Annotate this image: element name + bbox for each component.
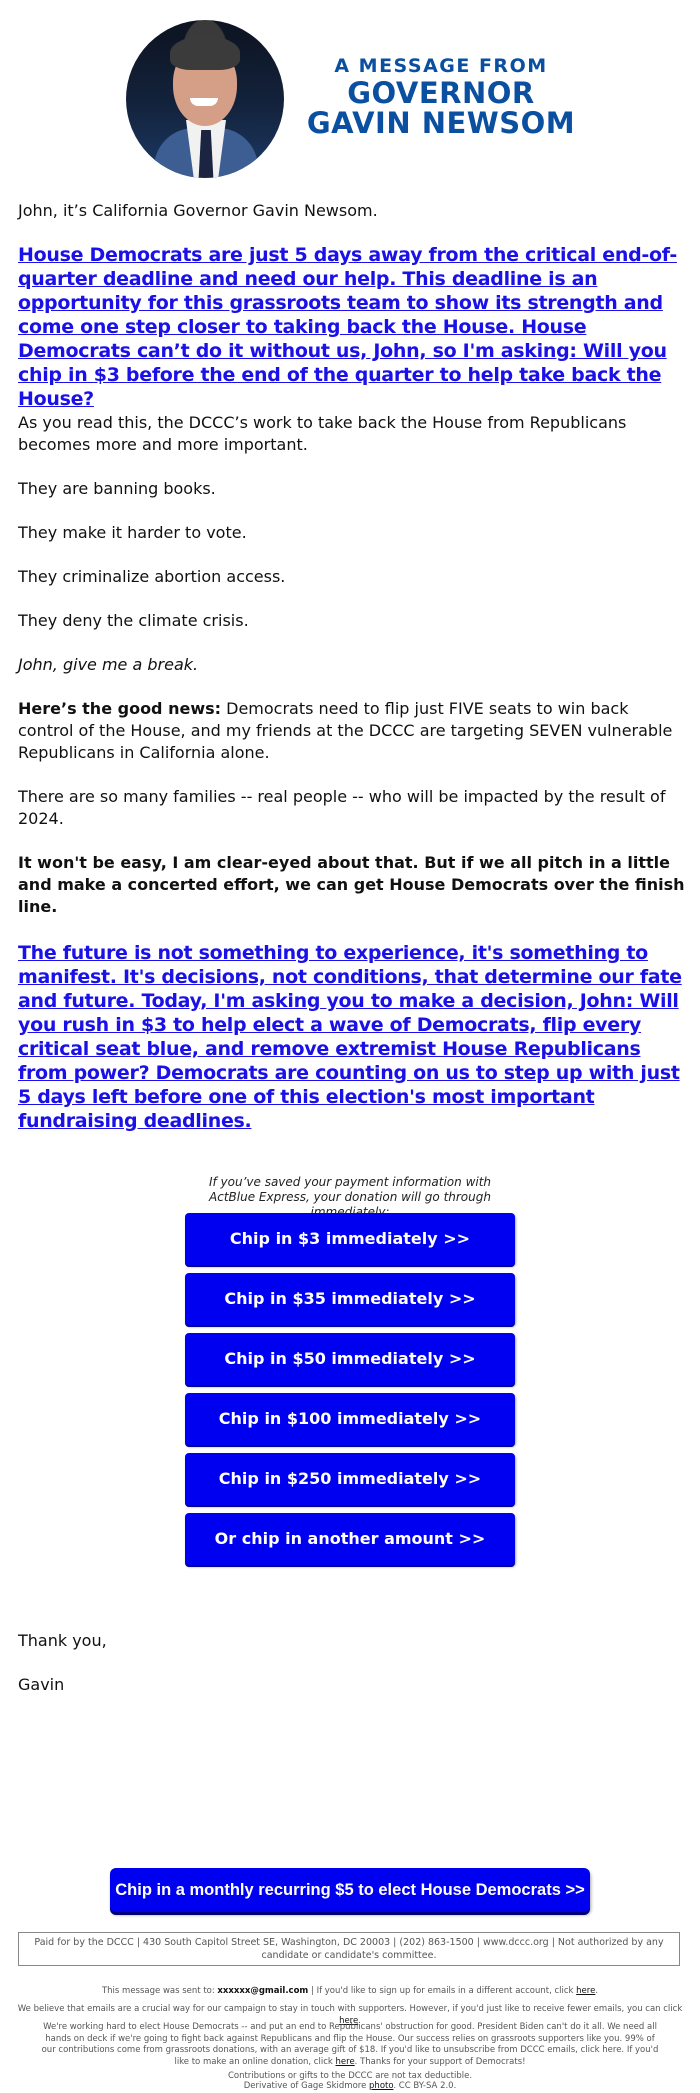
email-header: A MESSAGE FROM GOVERNOR GAVIN NEWSOM — [0, 0, 700, 190]
credit-prefix: Derivative of Gage Skidmore — [243, 2081, 370, 2091]
good-news-label: Here’s the good news: — [18, 699, 222, 718]
paragraph-dccc-work: As you read this, the DCCC’s work to tak… — [18, 413, 627, 454]
photo-hair-shape — [170, 36, 240, 70]
paragraph-abortion: They criminalize abortion access. — [18, 567, 286, 586]
footer-sent-to: This message was sent to: xxxxxx@gmail.c… — [10, 1986, 690, 1998]
closing-donate-link[interactable]: The future is not something to experienc… — [18, 942, 682, 1132]
footer-working-hard: We're working hard to elect House Democr… — [40, 2022, 660, 2068]
greeting: John, it’s California Governor Gavin New… — [18, 201, 378, 220]
donate-250-button[interactable]: Chip in $250 immediately >> — [185, 1453, 515, 1505]
monthly-recurring-button[interactable]: Chip in a monthly recurring $5 to elect … — [110, 1868, 590, 1912]
paragraph-banning-books: They are banning books. — [18, 479, 216, 498]
paragraph-good-news: Here’s the good news: Democrats need to … — [18, 698, 688, 764]
donate-3-button[interactable]: Chip in $3 immediately >> — [185, 1213, 515, 1265]
lead-donate-link[interactable]: House Democrats are just 5 days away fro… — [18, 244, 677, 410]
paragraph-families: There are so many families -- real peopl… — [18, 787, 666, 828]
signoff-thanks: Thank you, — [18, 1631, 107, 1650]
period: . — [595, 1986, 599, 1996]
photo-credit-link[interactable]: photo — [369, 2081, 393, 2091]
footer-photo-credit: Derivative of Gage Skidmore photo. CC BY… — [10, 2081, 690, 2093]
header-title: A MESSAGE FROM GOVERNOR GAVIN NEWSOM — [296, 54, 586, 138]
paid-for-disclaimer: Paid for by the DCCC | 430 South Capitol… — [18, 1932, 680, 1966]
header-kicker: A MESSAGE FROM — [334, 55, 548, 77]
recipient-email: xxxxxx@gmail.com — [217, 1986, 309, 1996]
donate-50-button[interactable]: Chip in $50 immediately >> — [185, 1333, 515, 1385]
thanks-support-text: . Thanks for your support of Democrats! — [354, 2056, 526, 2067]
paragraph-finish-line: It won't be easy, I am clear-eyed about … — [18, 853, 685, 916]
fewer-emails-text: We believe that emails are a crucial way… — [17, 2004, 683, 2014]
donate-100-button[interactable]: Chip in $100 immediately >> — [185, 1393, 515, 1445]
different-account-link[interactable]: here — [576, 1986, 595, 1996]
sent-to-suffix: | If you'd like to sign up for emails in… — [308, 1986, 577, 1996]
paragraph-climate: They deny the climate crisis. — [18, 611, 249, 630]
donate-other-amount-button[interactable]: Or chip in another amount >> — [185, 1513, 515, 1565]
online-donation-link[interactable]: here — [336, 2057, 355, 2067]
paragraph-give-me-a-break: John, give me a break. — [18, 655, 199, 674]
donate-35-button[interactable]: Chip in $35 immediately >> — [185, 1273, 515, 1325]
credit-suffix: . CC BY-SA 2.0. — [393, 2081, 457, 2091]
governor-photo — [126, 20, 284, 178]
signoff-name: Gavin — [18, 1675, 65, 1694]
sent-to-label: This message was sent to: — [101, 1986, 218, 1996]
paragraph-harder-to-vote: They make it harder to vote. — [18, 523, 247, 542]
header-title-line2: GAVIN NEWSOM — [306, 106, 576, 140]
photo-smile-shape — [190, 98, 218, 106]
header-title-line1: GOVERNOR — [347, 76, 535, 110]
